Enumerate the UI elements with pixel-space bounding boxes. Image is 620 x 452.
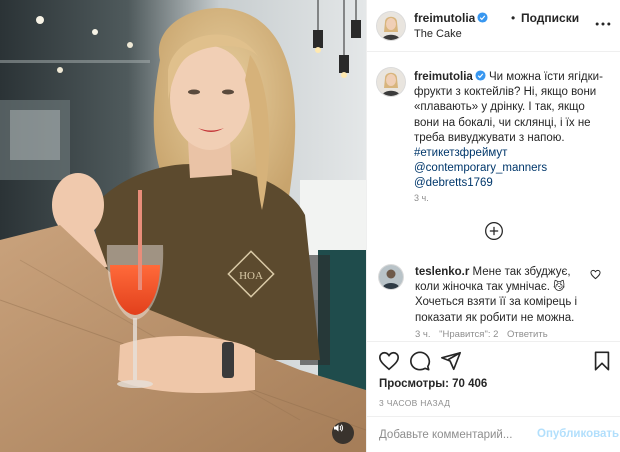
post-age[interactable]: 3 ЧАСОВ НАЗАД bbox=[379, 398, 450, 408]
caption-hashtag[interactable]: #етикетзфреймут bbox=[414, 146, 606, 161]
sound-toggle-button[interactable] bbox=[332, 422, 354, 444]
header-separator: • bbox=[511, 11, 516, 25]
caption-verified-icon bbox=[475, 70, 486, 81]
publish-button[interactable]: Опубликовать bbox=[537, 428, 619, 440]
svg-text:HOA: HOA bbox=[239, 270, 263, 282]
comment-like-icon[interactable] bbox=[590, 269, 601, 280]
more-horizontal-icon[interactable] bbox=[593, 14, 613, 34]
volume-icon bbox=[334, 424, 344, 432]
caption-username[interactable]: freimutolia bbox=[414, 71, 473, 83]
comment-body: teslenko.r Мене так збуджує, коли жіночк… bbox=[415, 265, 595, 326]
follow-button[interactable]: Подписки bbox=[521, 11, 579, 25]
author-avatar[interactable] bbox=[377, 12, 405, 40]
caption-mention[interactable]: @contemporary_manners bbox=[414, 161, 606, 176]
comment-timestamp[interactable]: 3 ч. bbox=[415, 329, 431, 340]
caption-avatar-image bbox=[377, 68, 405, 96]
commenter-avatar[interactable] bbox=[379, 265, 403, 289]
share-icon[interactable] bbox=[440, 350, 462, 372]
bookmark-icon[interactable] bbox=[591, 350, 613, 372]
comment-icon[interactable] bbox=[409, 350, 431, 372]
caption-timestamp[interactable]: 3 ч. bbox=[414, 193, 429, 203]
commenter-avatar-image bbox=[379, 265, 403, 289]
post-side-panel: freimutolia • Подписки The Cake freimuto… bbox=[366, 0, 620, 452]
comment-reply-button[interactable]: Ответить bbox=[507, 329, 548, 340]
comment-input[interactable] bbox=[379, 427, 529, 443]
author-avatar-image bbox=[377, 12, 405, 40]
verified-badge-icon bbox=[477, 12, 488, 23]
post-location[interactable]: The Cake bbox=[414, 28, 462, 40]
caption-mention[interactable]: @debretts1769 bbox=[414, 176, 606, 191]
post-header: freimutolia • Подписки The Cake bbox=[367, 0, 620, 52]
plus-circle-icon[interactable] bbox=[484, 221, 504, 241]
view-count[interactable]: Просмотры: 70 406 bbox=[379, 378, 487, 390]
post-photo: HOA bbox=[0, 0, 366, 452]
author-username[interactable]: freimutolia bbox=[414, 11, 488, 25]
caption-body: freimutolia Чи можна їсти ягідки-фрукти … bbox=[414, 70, 606, 192]
comment-username[interactable]: teslenko.r bbox=[415, 266, 469, 278]
add-comment-section: Опубликовать bbox=[367, 416, 620, 452]
photo-illustration: HOA bbox=[0, 0, 366, 452]
comment-likes[interactable]: "Нравится": 2 bbox=[439, 329, 498, 340]
heart-icon[interactable] bbox=[378, 350, 400, 372]
comment-meta: 3 ч. "Нравится": 2 Ответить bbox=[415, 329, 554, 340]
caption-avatar[interactable] bbox=[377, 68, 405, 96]
